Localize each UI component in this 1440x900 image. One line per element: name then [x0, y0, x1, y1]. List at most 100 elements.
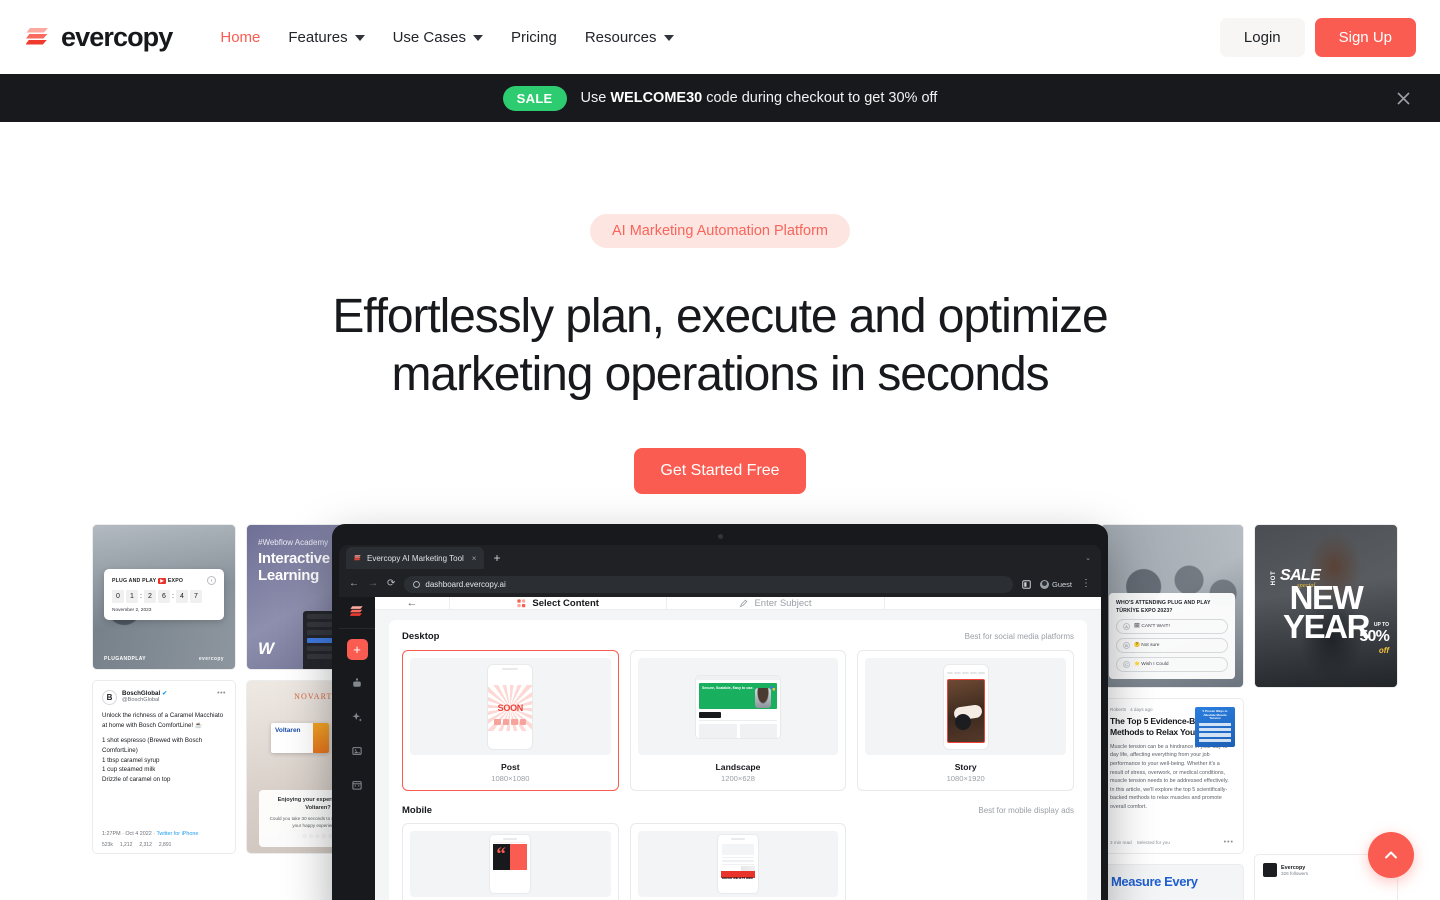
kebab-menu-icon[interactable]: •••	[217, 690, 226, 697]
format-card-landscape[interactable]: Secure, Scalable, Easy to use. Landscape…	[629, 650, 847, 792]
nav-item-resources[interactable]: Resources	[571, 21, 688, 54]
kebab-menu-icon[interactable]: ⋮	[1081, 579, 1091, 589]
add-button[interactable]: +	[346, 639, 368, 661]
tweet-time: 1:27PM · Oct 4 2022 ·	[102, 831, 157, 838]
poll-option[interactable]: A 🗓 CAN'T WAIT!	[1116, 619, 1228, 635]
kebab-menu-icon[interactable]: •••	[1224, 839, 1234, 846]
format-name: Landscape	[715, 762, 761, 773]
collage-column: WHO'S ATTENDING PLUG AND PLAY TÜRKİYE EX…	[1100, 524, 1244, 900]
poll-card: WHO'S ATTENDING PLUG AND PLAY TÜRKİYE EX…	[1109, 593, 1235, 680]
collage-card-new-year-sale[interactable]: HOT SALE special NEW YEAR UP TO 50% off	[1254, 524, 1398, 689]
address-bar[interactable]: dashboard.evercopy.ai	[404, 575, 1013, 593]
login-button[interactable]: Login	[1219, 17, 1305, 57]
countdown-digit: 7	[189, 590, 202, 604]
banner-close-button[interactable]	[1392, 87, 1414, 109]
app-window: + ← Select Content Enter Subject Desktop…	[339, 597, 1101, 900]
calendar-icon[interactable]	[346, 774, 368, 796]
tweet-paragraph: 1 shot espresso (Brewed with Bosch Comfo…	[102, 737, 203, 783]
tweet-paragraph: Unlock the richness of a Caramel Macchia…	[102, 712, 224, 729]
poll-option[interactable]: B 🤔 Not sure	[1116, 638, 1228, 654]
sparkle-icon[interactable]	[346, 706, 368, 728]
mobile-format-cards: “ “ FEATURE NEW FEATURE	[402, 823, 1074, 900]
app-back-button[interactable]: ←	[375, 597, 449, 609]
format-dimensions: 1080×1920	[946, 774, 985, 784]
section-header-mobile: Mobile Best for mobile display ads	[402, 805, 1074, 816]
story-progress-bars	[946, 671, 985, 674]
story-image	[946, 678, 985, 743]
soon-blocks	[494, 718, 527, 725]
tab-label: Enter Subject	[754, 597, 812, 609]
collage-card-expo-countdown[interactable]: PLUG AND PLAY ▶ EXPO › 0 1 : 2 6 : 4 7 N…	[92, 524, 236, 671]
tab-select-content[interactable]: Select Content	[449, 597, 666, 610]
arrow-right-icon[interactable]: →	[368, 579, 378, 589]
hero-title-line-2: marketing operations in seconds	[391, 348, 1050, 402]
nav-item-label: Use Cases	[392, 28, 466, 46]
mock-columns	[699, 724, 777, 738]
phone-notch	[502, 667, 519, 671]
format-card-mobile-2[interactable]: FEATURE NEW FEATURE	[629, 823, 847, 900]
signup-button[interactable]: Sign Up	[1314, 17, 1416, 57]
top-navbar: evercopy Home Features Use Cases Pricing…	[0, 0, 1440, 74]
nav-item-pricing[interactable]: Pricing	[497, 21, 571, 54]
tab-enter-subject[interactable]: Enter Subject	[666, 597, 883, 610]
get-started-button[interactable]: Get Started Free	[634, 448, 806, 495]
ny-off: off	[1378, 646, 1389, 656]
hero-badge: AI Marketing Automation Platform	[590, 214, 850, 248]
article-time: 4 days ago	[1130, 707, 1153, 713]
post-identity: Evercopy 326 followers	[1281, 865, 1308, 876]
collage-column: PLUG AND PLAY ▶ EXPO › 0 1 : 2 6 : 4 7 N…	[92, 524, 236, 855]
verified-badge-icon: ✔	[162, 691, 168, 698]
tweet-timestamp: 1:27PM · Oct 4 2022 · Twitter for iPhone	[102, 831, 226, 837]
poll-option[interactable]: C ⭐ Wish I Could	[1116, 657, 1228, 673]
format-card-story[interactable]: Story 1080×1920	[857, 650, 1075, 792]
countdown-digit: 2	[143, 590, 156, 604]
avatar	[1039, 579, 1049, 589]
webflow-logo-icon: W	[258, 639, 274, 659]
format-card-mobile-1[interactable]: “ “	[402, 823, 619, 900]
robot-icon[interactable]	[346, 672, 368, 694]
collage-card-poll[interactable]: WHO'S ATTENDING PLUG AND PLAY TÜRKİYE EX…	[1100, 524, 1244, 689]
tweet-author: BoschGlobal ✔	[122, 690, 167, 697]
reload-icon[interactable]: ⟳	[387, 579, 395, 589]
chevron-down-icon	[663, 35, 674, 41]
nav-item-features[interactable]: Features	[274, 21, 378, 54]
nav-item-label: Features	[288, 28, 348, 46]
nav-actions: Login Sign Up	[1219, 17, 1416, 57]
hero-title-line-1: Effortlessly plan, execute and optimize	[332, 290, 1108, 343]
format-name: Story	[954, 762, 977, 773]
nav-item-use-cases[interactable]: Use Cases	[379, 21, 497, 54]
countdown-chip: ▶	[158, 577, 166, 584]
mock-line	[722, 856, 754, 859]
poll-option-key: B	[1123, 642, 1130, 650]
nav-item-home[interactable]: Home	[206, 21, 274, 54]
article-body: Muscle tension can be a hindrance in you…	[1110, 743, 1230, 811]
side-panel-icon[interactable]	[1022, 579, 1031, 589]
collage-card-tweet[interactable]: B BoschGlobal ✔ @BoschGlobal ••• Unlock …	[92, 680, 236, 855]
format-dimensions: 1080×1080	[491, 774, 530, 784]
profile-chip[interactable]: Guest	[1039, 579, 1072, 589]
countdown-title: PLUG AND PLAY ▶ EXPO	[112, 577, 183, 584]
collage-card-article[interactable]: Roberts 4 days ago The Top 5 Evidence-Ba…	[1100, 698, 1244, 855]
collage-card-measure[interactable]: Measure Every	[1100, 864, 1244, 900]
news-text-1: FEATURE	[722, 866, 740, 871]
soon-graphic: SOON	[488, 684, 533, 731]
format-preview: FEATURE NEW FEATURE	[637, 831, 839, 898]
close-icon[interactable]: ×	[472, 554, 477, 563]
tweet-source-link[interactable]: Twitter for iPhone	[156, 831, 198, 837]
webflow-headline-line-1: Interactive	[258, 550, 330, 568]
product-showcase: PLUG AND PLAY ▶ EXPO › 0 1 : 2 6 : 4 7 N…	[0, 524, 1440, 900]
new-tab-button[interactable]: +	[493, 552, 500, 564]
format-card-post[interactable]: SOON Post 1080×1080	[402, 650, 619, 792]
brand-logo[interactable]: evercopy	[24, 23, 173, 51]
poll-option-key: C	[1123, 661, 1130, 669]
story-mock	[943, 664, 988, 749]
app-content: Desktop Best for social media platforms	[375, 610, 1101, 900]
format-preview: SOON	[410, 658, 611, 756]
scroll-to-top-button[interactable]	[1368, 832, 1414, 878]
browser-tab[interactable]: Evercopy AI Marketing Tool ×	[346, 547, 485, 570]
format-name: Post	[501, 762, 520, 773]
browser-tab-title: Evercopy AI Marketing Tool	[367, 553, 464, 563]
arrow-left-icon[interactable]: ←	[349, 579, 359, 589]
chevron-down-icon[interactable]: ⌄	[1085, 554, 1091, 562]
image-icon[interactable]	[346, 740, 368, 762]
